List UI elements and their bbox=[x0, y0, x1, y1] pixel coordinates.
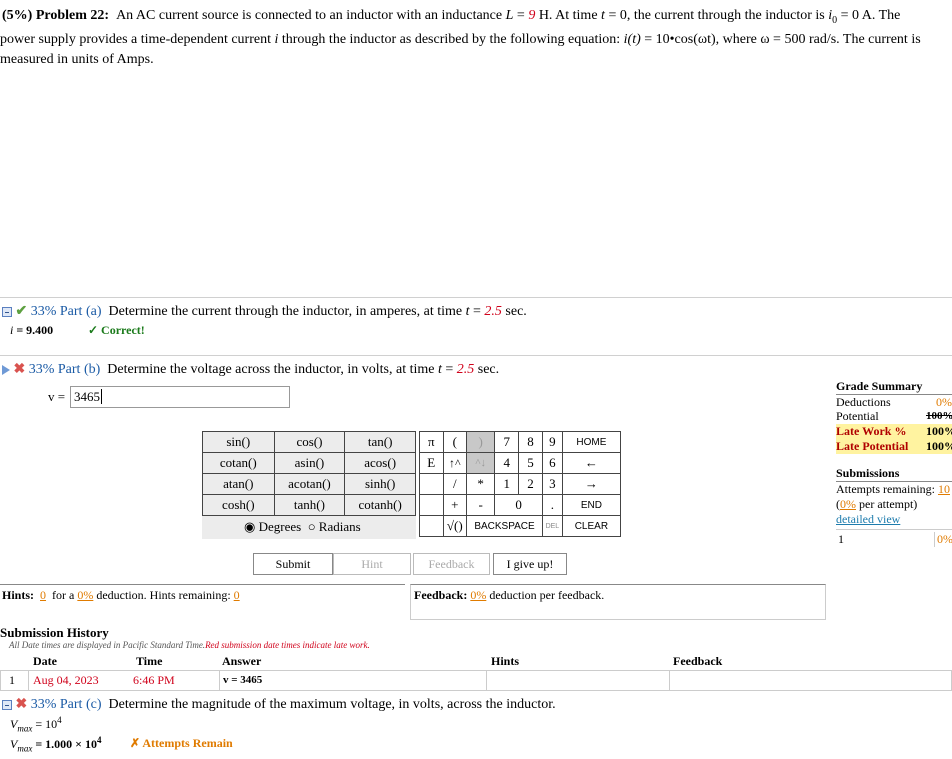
text-cursor bbox=[101, 389, 102, 404]
rparen-button[interactable]: ) bbox=[466, 431, 496, 453]
history-note: All Date times are displayed in Pacific … bbox=[9, 640, 370, 650]
tanh-button[interactable]: tanh() bbox=[273, 494, 346, 516]
detailed-view-link[interactable]: detailed view bbox=[836, 512, 952, 527]
answer-input[interactable]: 3465 bbox=[70, 386, 290, 408]
x-icon: ✖ bbox=[13, 362, 26, 377]
divider bbox=[0, 297, 952, 298]
cosh-button[interactable]: cosh() bbox=[202, 494, 275, 516]
hints-panel: Hints: 0 for a 0% deduction. Hints remai… bbox=[0, 584, 405, 620]
angle-mode: ◉ Degrees ○ Radians bbox=[244, 519, 361, 534]
cos-button[interactable]: cos() bbox=[273, 431, 346, 453]
digit-1[interactable]: 1 bbox=[494, 473, 520, 495]
blank-key bbox=[419, 515, 444, 537]
plus-button[interactable]: + bbox=[442, 494, 468, 516]
collapse-icon[interactable] bbox=[2, 306, 12, 317]
part-a-title: 33% Part (a) bbox=[30, 304, 102, 319]
e-button[interactable]: E bbox=[419, 452, 444, 474]
part-c-status: ✗ Attempts Remain bbox=[130, 736, 233, 750]
right-arrow-button[interactable]: → bbox=[561, 473, 622, 495]
submission-history-title: Submission History bbox=[0, 625, 109, 640]
collapse-icon[interactable] bbox=[2, 699, 12, 710]
hints-count: 0 bbox=[40, 588, 47, 602]
table-row: 1 Aug 04, 2023 6:46 PM v = 3465 bbox=[0, 670, 952, 691]
give-up-button[interactable]: I give up! bbox=[493, 553, 567, 575]
minus-button[interactable]: - bbox=[466, 494, 496, 516]
left-arrow-button[interactable]: ← bbox=[561, 452, 622, 474]
digit-5[interactable]: 5 bbox=[518, 452, 543, 474]
digit-7[interactable]: 7 bbox=[494, 431, 520, 453]
pi-button[interactable]: π bbox=[419, 431, 444, 453]
history-table: Date Time Answer Hints Feedback 1 Aug 04… bbox=[0, 652, 952, 691]
digit-2[interactable]: 2 bbox=[518, 473, 543, 495]
digit-0[interactable]: 0 bbox=[494, 494, 543, 516]
feedback-panel: Feedback: 0% deduction per feedback. bbox=[410, 584, 826, 620]
hint-button[interactable]: Hint bbox=[333, 553, 411, 575]
digit-4[interactable]: 4 bbox=[494, 452, 520, 474]
expand-arrow-icon[interactable] bbox=[2, 364, 10, 375]
part-c-header: ✖ 33% Part (c) Determine the magnitude o… bbox=[2, 696, 556, 713]
degrees-radio[interactable]: ◉ bbox=[244, 519, 255, 534]
blank-key bbox=[419, 473, 444, 495]
part-b-title: 33% Part (b) bbox=[28, 362, 101, 377]
digit-8[interactable]: 8 bbox=[518, 431, 543, 453]
submit-button[interactable]: Submit bbox=[253, 553, 333, 575]
divide-button[interactable]: / bbox=[442, 473, 468, 495]
part-c-answer-value: Vmax = 1.000 × 104 bbox=[10, 735, 102, 754]
answer-label: v = bbox=[48, 389, 66, 404]
digit-9[interactable]: 9 bbox=[541, 431, 563, 453]
part-c-title: 33% Part (c) bbox=[30, 697, 102, 712]
blank-key bbox=[419, 494, 444, 516]
clear-button[interactable]: CLEAR bbox=[561, 515, 622, 537]
checkmark-icon: ✔ bbox=[15, 304, 28, 319]
lparen-button[interactable]: ( bbox=[442, 431, 468, 453]
x-icon: ✖ bbox=[15, 697, 28, 712]
part-c-answer-expression: Vmax = 104 bbox=[10, 715, 62, 734]
sinh-button[interactable]: sinh() bbox=[344, 473, 416, 495]
acotan-button[interactable]: acotan() bbox=[273, 473, 346, 495]
part-a-answer: i = 9.400 bbox=[10, 323, 54, 337]
home-button[interactable]: HOME bbox=[561, 431, 622, 453]
function-keypad: sin() cos() tan() cotan() asin() acos() … bbox=[202, 431, 416, 539]
del-button[interactable]: DEL bbox=[541, 515, 563, 537]
up-arrow-button[interactable]: ↑^ bbox=[442, 452, 468, 474]
asin-button[interactable]: asin() bbox=[273, 452, 346, 474]
digit-3[interactable]: 3 bbox=[541, 473, 563, 495]
hints-remaining: 0 bbox=[233, 588, 240, 602]
submissions-title: Submissions bbox=[836, 466, 900, 480]
end-button[interactable]: END bbox=[561, 494, 622, 516]
tan-button[interactable]: tan() bbox=[344, 431, 416, 453]
backspace-button[interactable]: BACKSPACE bbox=[466, 515, 543, 537]
dot-button[interactable]: . bbox=[541, 494, 563, 516]
numeric-keypad: π ( ) 7 8 9 HOME E ↑^ ^↓ 4 5 6 ← / * 1 2… bbox=[419, 431, 622, 537]
problem-header: (5%) Problem 22: bbox=[2, 8, 110, 23]
cotanh-button[interactable]: cotanh() bbox=[344, 494, 416, 516]
divider bbox=[0, 355, 952, 356]
grade-summary-title: Grade Summary bbox=[836, 379, 923, 393]
problem-statement: (5%) Problem 22: An AC current source is… bbox=[0, 8, 921, 67]
grade-summary: Grade Summary Deductions 0% Potential 10… bbox=[836, 379, 952, 547]
sqrt-button[interactable]: √() bbox=[442, 515, 468, 537]
part-b-header: ✖ 33% Part (b) Determine the voltage acr… bbox=[2, 361, 499, 378]
part-a-status: ✓ Correct! bbox=[88, 323, 145, 337]
digit-6[interactable]: 6 bbox=[541, 452, 563, 474]
multiply-button[interactable]: * bbox=[466, 473, 496, 495]
down-arrow-button[interactable]: ^↓ bbox=[466, 452, 496, 474]
radians-radio[interactable]: ○ bbox=[308, 519, 316, 534]
part-a-header: ✔ 33% Part (a) Determine the current thr… bbox=[2, 303, 527, 320]
feedback-button[interactable]: Feedback bbox=[413, 553, 490, 575]
cotan-button[interactable]: cotan() bbox=[202, 452, 275, 474]
acos-button[interactable]: acos() bbox=[344, 452, 416, 474]
atan-button[interactable]: atan() bbox=[202, 473, 275, 495]
sin-button[interactable]: sin() bbox=[202, 431, 275, 453]
